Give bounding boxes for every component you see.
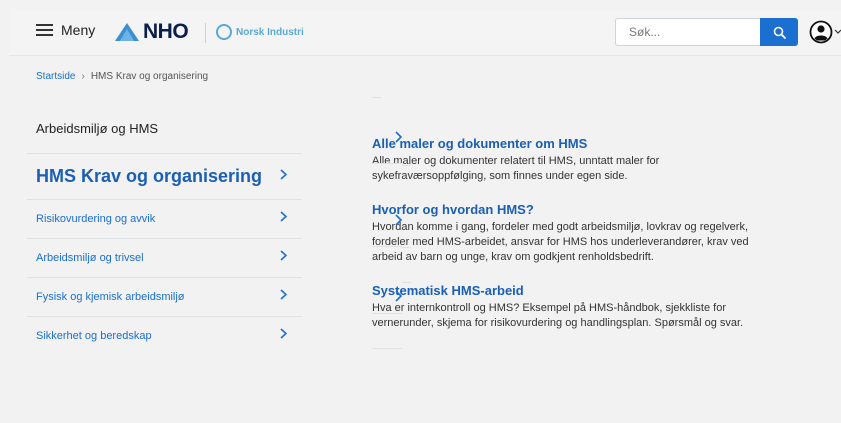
chevron-right-icon: [395, 290, 402, 302]
site-header: Meny NHO Norsk Industri: [9, 9, 841, 56]
card-description: Hvordan komme i gang, fordeler med godt …: [372, 221, 749, 263]
search-input[interactable]: [615, 18, 760, 46]
user-menu-button[interactable]: [809, 20, 841, 44]
card-title: Hvorfor og hvordan HMS?: [372, 202, 534, 217]
nho-logo[interactable]: NHO: [114, 20, 189, 44]
search-button[interactable]: [760, 18, 798, 46]
card-description: Hva er internkontroll og HMS? Eksempel p…: [372, 302, 744, 329]
sidebar-title: Arbeidsmiljø og HMS: [36, 121, 159, 136]
sidebar-item-fysisk-kjemisk[interactable]: Fysisk og kjemisk arbeidsmiljø: [27, 277, 302, 316]
norsk-industri-text: Norsk Industri: [236, 26, 304, 38]
sidebar-item-label: Arbeidsmiljø og trivsel: [36, 252, 144, 264]
search-icon: [773, 26, 786, 39]
sidebar-item-label: Sikkerhet og beredskap: [36, 330, 152, 342]
card-title: Alle maler og dokumenter om HMS: [372, 136, 588, 151]
sidebar-item-label: HMS Krav og organisering: [36, 166, 263, 186]
search-bar: [615, 18, 798, 46]
sidebar-item-sikkerhet[interactable]: Sikkerhet og beredskap: [27, 316, 302, 355]
header-divider: [205, 23, 206, 43]
sidebar-item-label: Fysisk og kjemisk arbeidsmiljø: [36, 291, 185, 303]
menu-button[interactable]: Meny: [36, 22, 95, 38]
norsk-industri-ring-icon: [216, 24, 232, 40]
content-list: Alle maler og dokumenter om HMS Alle mal…: [372, 97, 772, 349]
sidebar-item-label: Risikovurdering og avvik: [36, 213, 156, 225]
user-icon: [809, 20, 833, 44]
sidebar-item-risikovurdering[interactable]: Risikovurdering og avvik: [27, 199, 302, 238]
nho-mark-icon: [115, 23, 139, 41]
card-description: Alle maler og dokumenter relatert til HM…: [372, 155, 660, 182]
card-title: Systematisk HMS-arbeid: [372, 283, 524, 298]
chevron-right-icon: [280, 289, 287, 300]
chevron-right-icon: [395, 214, 402, 226]
chevron-right-icon: [280, 250, 287, 261]
sidebar-item-arbeidsmiljo[interactable]: Arbeidsmiljø og trivsel: [27, 238, 302, 277]
hamburger-icon: [36, 24, 53, 36]
content-card-maler[interactable]: Alle maler og dokumenter om HMS Alle mal…: [372, 97, 772, 201]
breadcrumb-current: HMS Krav og organisering: [90, 71, 209, 82]
breadcrumb: Startside › HMS Krav og organisering: [36, 71, 208, 82]
chevron-down-icon: [834, 29, 841, 34]
menu-label: Meny: [61, 22, 96, 38]
nho-logo-text: NHO: [143, 20, 189, 43]
norsk-industri-logo[interactable]: Norsk Industri: [216, 24, 304, 40]
chevron-right-icon: [395, 131, 402, 143]
sidebar-nav: HMS Krav og organisering Risikovurdering…: [27, 153, 302, 355]
breadcrumb-separator-icon: ›: [81, 71, 85, 82]
breadcrumb-home-link[interactable]: Startside: [36, 71, 75, 82]
chevron-right-icon: [280, 211, 287, 222]
chevron-right-icon: [280, 169, 287, 180]
chevron-right-icon: [280, 328, 287, 339]
sidebar-item-hms-krav[interactable]: HMS Krav og organisering: [27, 153, 302, 199]
